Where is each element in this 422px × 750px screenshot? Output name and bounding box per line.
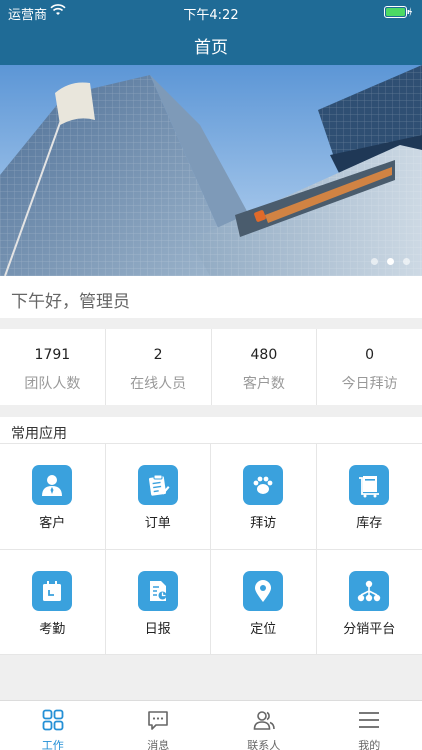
app-daily-report[interactable]: 日报 xyxy=(105,549,211,655)
menu-icon xyxy=(359,712,380,728)
app-inventory[interactable]: 库存 xyxy=(316,444,422,550)
tab-label: 我的 xyxy=(358,739,381,750)
page-title: 首页 xyxy=(194,38,228,58)
bottom-tab-bar: 工作 消息 联系人 我的 xyxy=(0,700,422,750)
common-apps-header: 常用应用 xyxy=(0,417,422,444)
location-icon xyxy=(243,570,284,611)
battery-icon xyxy=(384,6,412,18)
app-grid: 客户 订单 拜访 库存 考勤 日报 定位 分销平台 xyxy=(0,444,422,655)
app-label: 定位 xyxy=(250,621,277,637)
carousel-dot[interactable] xyxy=(403,258,410,265)
top-header: 运营商 下午4:22 首页 xyxy=(0,0,422,65)
app-label: 分销平台 xyxy=(343,621,396,637)
stat-label: 团队人数 xyxy=(24,376,81,392)
greeting-row: 下午好，管理员 xyxy=(0,276,422,318)
customer-icon xyxy=(32,465,73,505)
stat-team-size[interactable]: 1791 团队人数 xyxy=(0,329,106,405)
stat-customers[interactable]: 480 客户数 xyxy=(212,329,318,405)
app-label: 库存 xyxy=(356,516,383,531)
greeting-text: 下午好，管理员 xyxy=(11,292,130,312)
app-label: 考勤 xyxy=(39,621,66,637)
tab-label: 消息 xyxy=(147,739,170,750)
tab-contacts[interactable]: 联系人 xyxy=(211,701,317,750)
order-icon xyxy=(137,465,178,505)
stat-label: 今日拜访 xyxy=(341,376,398,392)
distribution-icon xyxy=(349,570,390,611)
app-label: 日报 xyxy=(144,621,171,637)
app-attendance[interactable]: 考勤 xyxy=(0,549,106,655)
daily-report-icon xyxy=(137,570,178,611)
app-location[interactable]: 定位 xyxy=(211,549,317,655)
stat-label: 客户数 xyxy=(242,376,285,392)
stat-value: 2 xyxy=(153,347,163,363)
stat-value: 0 xyxy=(365,347,375,363)
work-icon xyxy=(42,709,64,731)
message-icon xyxy=(148,711,169,730)
stat-today-visits[interactable]: 0 今日拜访 xyxy=(317,329,422,405)
contacts-icon xyxy=(253,711,275,730)
app-distribution-platform[interactable]: 分销平台 xyxy=(316,550,422,655)
app-label: 客户 xyxy=(39,516,66,531)
status-bar: 运营商 下午4:22 xyxy=(0,3,422,23)
app-visit[interactable]: 拜访 xyxy=(211,444,317,550)
app-label: 订单 xyxy=(144,516,171,531)
tab-label: 工作 xyxy=(41,739,64,750)
inventory-icon xyxy=(349,465,390,505)
stat-value: 1791 xyxy=(34,347,71,363)
carousel-indicators xyxy=(371,258,410,265)
stat-online-staff[interactable]: 2 在线人员 xyxy=(106,329,212,405)
visit-icon xyxy=(243,465,284,505)
attendance-icon xyxy=(32,570,73,611)
tab-messages[interactable]: 消息 xyxy=(106,701,212,750)
app-order[interactable]: 订单 xyxy=(105,444,211,550)
carousel-dot-active[interactable] xyxy=(387,258,394,265)
app-label: 拜访 xyxy=(250,516,277,531)
banner-carousel[interactable] xyxy=(0,65,422,276)
section-title: 常用应用 xyxy=(11,426,67,442)
app-customer[interactable]: 客户 xyxy=(0,444,106,550)
banner-image xyxy=(0,65,422,276)
stats-panel: 1791 团队人数 2 在线人员 480 客户数 0 今日拜访 xyxy=(0,329,422,405)
tab-label: 联系人 xyxy=(247,739,281,750)
tab-mine[interactable]: 我的 xyxy=(317,701,422,750)
status-time: 下午4:22 xyxy=(183,8,239,23)
tab-work[interactable]: 工作 xyxy=(0,701,106,750)
stat-label: 在线人员 xyxy=(130,376,187,392)
carousel-dot[interactable] xyxy=(371,258,378,265)
stat-value: 480 xyxy=(250,347,278,363)
